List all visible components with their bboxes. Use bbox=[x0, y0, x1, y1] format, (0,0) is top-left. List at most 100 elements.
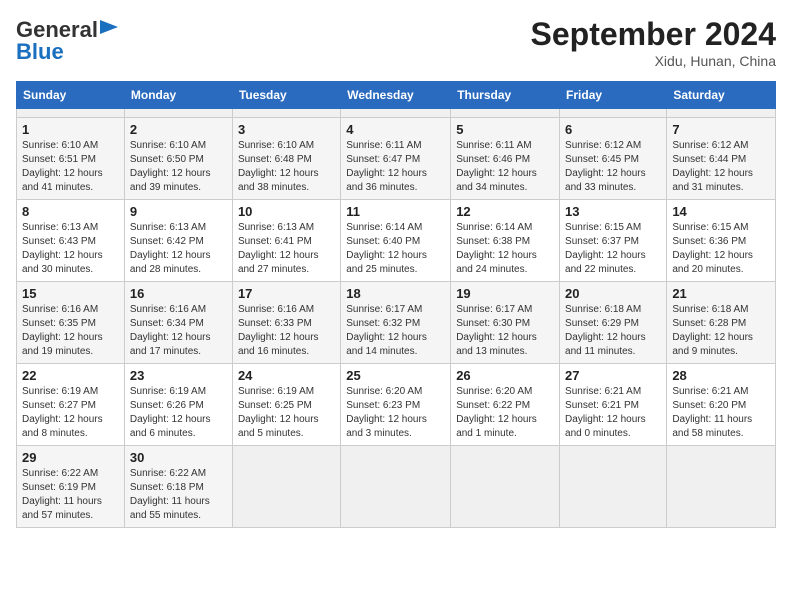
day-detail: Sunrise: 6:13 AMSunset: 6:42 PMDaylight:… bbox=[130, 221, 227, 277]
calendar-cell bbox=[17, 109, 125, 118]
calendar-cell bbox=[451, 446, 560, 528]
day-detail: Sunrise: 6:14 AMSunset: 6:40 PMDaylight:… bbox=[346, 221, 445, 277]
month-title: September 2024 bbox=[531, 16, 776, 53]
day-detail: Sunrise: 6:19 AMSunset: 6:26 PMDaylight:… bbox=[130, 385, 227, 441]
day-number: 26 bbox=[456, 368, 554, 383]
calendar-cell: 27 Sunrise: 6:21 AMSunset: 6:21 PMDayligh… bbox=[560, 364, 667, 446]
calendar-header-row: Sunday Monday Tuesday Wednesday Thursday… bbox=[17, 82, 776, 109]
day-number: 18 bbox=[346, 286, 445, 301]
calendar-cell: 11 Sunrise: 6:14 AMSunset: 6:40 PMDayligh… bbox=[341, 200, 451, 282]
calendar-cell: 20Sunrise: 6:18 AMSunset: 6:29 PMDayligh… bbox=[560, 282, 667, 364]
calendar-week-row: 29Sunrise: 6:22 AMSunset: 6:19 PMDayligh… bbox=[17, 446, 776, 528]
col-tuesday: Tuesday bbox=[232, 82, 340, 109]
day-number: 4 bbox=[346, 122, 445, 137]
day-detail: Sunrise: 6:16 AMSunset: 6:35 PMDaylight:… bbox=[22, 303, 119, 359]
day-detail: Sunrise: 6:12 AMSunset: 6:45 PMDaylight:… bbox=[565, 139, 661, 195]
calendar-cell: 22Sunrise: 6:19 AMSunset: 6:27 PMDayligh… bbox=[17, 364, 125, 446]
calendar-cell bbox=[560, 446, 667, 528]
calendar-cell: 1Sunrise: 6:10 AMSunset: 6:51 PMDaylight… bbox=[17, 118, 125, 200]
logo-icon bbox=[100, 16, 122, 38]
calendar-cell: 19 Sunrise: 6:17 AMSunset: 6:30 PMDayligh… bbox=[451, 282, 560, 364]
day-detail: Sunrise: 6:20 AMSunset: 6:23 PMDaylight:… bbox=[346, 385, 445, 441]
day-number: 14 bbox=[672, 204, 770, 219]
calendar-cell bbox=[232, 446, 340, 528]
day-number: 8 bbox=[22, 204, 119, 219]
location-subtitle: Xidu, Hunan, China bbox=[531, 53, 776, 69]
logo-blue-text: Blue bbox=[16, 39, 64, 64]
day-number: 29 bbox=[22, 450, 119, 465]
col-saturday: Saturday bbox=[667, 82, 776, 109]
calendar-cell: 21 Sunrise: 6:18 AMSunset: 6:28 PMDayligh… bbox=[667, 282, 776, 364]
calendar-cell bbox=[667, 446, 776, 528]
calendar-cell: 26Sunrise: 6:20 AMSunset: 6:22 PMDayligh… bbox=[451, 364, 560, 446]
day-detail: Sunrise: 6:16 AMSunset: 6:34 PMDaylight:… bbox=[130, 303, 227, 359]
day-detail: Sunrise: 6:19 AMSunset: 6:27 PMDaylight:… bbox=[22, 385, 119, 441]
day-detail: Sunrise: 6:10 AMSunset: 6:50 PMDaylight:… bbox=[130, 139, 227, 195]
calendar-cell: 17Sunrise: 6:16 AMSunset: 6:33 PMDayligh… bbox=[232, 282, 340, 364]
day-number: 24 bbox=[238, 368, 335, 383]
calendar-cell: 30 Sunrise: 6:22 AMSunset: 6:18 PMDayligh… bbox=[124, 446, 232, 528]
day-number: 27 bbox=[565, 368, 661, 383]
day-detail: Sunrise: 6:15 AMSunset: 6:37 PMDaylight:… bbox=[565, 221, 661, 277]
day-number: 11 bbox=[346, 204, 445, 219]
col-wednesday: Wednesday bbox=[341, 82, 451, 109]
day-number: 10 bbox=[238, 204, 335, 219]
day-detail: Sunrise: 6:11 AMSunset: 6:46 PMDaylight:… bbox=[456, 139, 554, 195]
day-number: 6 bbox=[565, 122, 661, 137]
calendar-cell: 4 Sunrise: 6:11 AMSunset: 6:47 PMDaylight… bbox=[341, 118, 451, 200]
logo: General Blue bbox=[16, 16, 122, 65]
day-detail: Sunrise: 6:13 AMSunset: 6:43 PMDaylight:… bbox=[22, 221, 119, 277]
calendar-week-row: 8 Sunrise: 6:13 AMSunset: 6:43 PMDaylight… bbox=[17, 200, 776, 282]
day-number: 5 bbox=[456, 122, 554, 137]
calendar-week-row bbox=[17, 109, 776, 118]
day-detail: Sunrise: 6:16 AMSunset: 6:33 PMDaylight:… bbox=[238, 303, 335, 359]
calendar-cell bbox=[560, 109, 667, 118]
day-detail: Sunrise: 6:21 AMSunset: 6:21 PMDaylight:… bbox=[565, 385, 661, 441]
day-number: 3 bbox=[238, 122, 335, 137]
calendar-cell: 6 Sunrise: 6:12 AMSunset: 6:45 PMDaylight… bbox=[560, 118, 667, 200]
calendar-cell: 10Sunrise: 6:13 AMSunset: 6:41 PMDayligh… bbox=[232, 200, 340, 282]
calendar-cell: 12 Sunrise: 6:14 AMSunset: 6:38 PMDayligh… bbox=[451, 200, 560, 282]
calendar-week-row: 1Sunrise: 6:10 AMSunset: 6:51 PMDaylight… bbox=[17, 118, 776, 200]
day-detail: Sunrise: 6:10 AMSunset: 6:51 PMDaylight:… bbox=[22, 139, 119, 195]
calendar-cell: 25 Sunrise: 6:20 AMSunset: 6:23 PMDayligh… bbox=[341, 364, 451, 446]
calendar-cell: 16 Sunrise: 6:16 AMSunset: 6:34 PMDayligh… bbox=[124, 282, 232, 364]
day-number: 16 bbox=[130, 286, 227, 301]
calendar-cell bbox=[451, 109, 560, 118]
calendar-week-row: 22Sunrise: 6:19 AMSunset: 6:27 PMDayligh… bbox=[17, 364, 776, 446]
calendar-cell: 29Sunrise: 6:22 AMSunset: 6:19 PMDayligh… bbox=[17, 446, 125, 528]
calendar-cell: 8 Sunrise: 6:13 AMSunset: 6:43 PMDaylight… bbox=[17, 200, 125, 282]
calendar-cell: 28Sunrise: 6:21 AMSunset: 6:20 PMDayligh… bbox=[667, 364, 776, 446]
day-number: 23 bbox=[130, 368, 227, 383]
day-detail: Sunrise: 6:17 AMSunset: 6:30 PMDaylight:… bbox=[456, 303, 554, 359]
day-number: 25 bbox=[346, 368, 445, 383]
day-detail: Sunrise: 6:15 AMSunset: 6:36 PMDaylight:… bbox=[672, 221, 770, 277]
day-number: 15 bbox=[22, 286, 119, 301]
calendar-cell bbox=[341, 446, 451, 528]
col-friday: Friday bbox=[560, 82, 667, 109]
calendar-cell: 2Sunrise: 6:10 AMSunset: 6:50 PMDaylight… bbox=[124, 118, 232, 200]
col-sunday: Sunday bbox=[17, 82, 125, 109]
calendar-cell: 14 Sunrise: 6:15 AMSunset: 6:36 PMDayligh… bbox=[667, 200, 776, 282]
calendar-cell: 7Sunrise: 6:12 AMSunset: 6:44 PMDaylight… bbox=[667, 118, 776, 200]
day-number: 21 bbox=[672, 286, 770, 301]
day-number: 19 bbox=[456, 286, 554, 301]
day-detail: Sunrise: 6:14 AMSunset: 6:38 PMDaylight:… bbox=[456, 221, 554, 277]
title-block: September 2024 Xidu, Hunan, China bbox=[531, 16, 776, 69]
calendar-cell: 13Sunrise: 6:15 AMSunset: 6:37 PMDayligh… bbox=[560, 200, 667, 282]
day-number: 30 bbox=[130, 450, 227, 465]
calendar-cell: 3Sunrise: 6:10 AMSunset: 6:48 PMDaylight… bbox=[232, 118, 340, 200]
calendar-cell bbox=[124, 109, 232, 118]
day-detail: Sunrise: 6:22 AMSunset: 6:18 PMDaylight:… bbox=[130, 467, 227, 523]
day-detail: Sunrise: 6:18 AMSunset: 6:28 PMDaylight:… bbox=[672, 303, 770, 359]
day-detail: Sunrise: 6:11 AMSunset: 6:47 PMDaylight:… bbox=[346, 139, 445, 195]
day-number: 7 bbox=[672, 122, 770, 137]
calendar-cell bbox=[232, 109, 340, 118]
calendar-week-row: 15 Sunrise: 6:16 AMSunset: 6:35 PMDayligh… bbox=[17, 282, 776, 364]
col-monday: Monday bbox=[124, 82, 232, 109]
day-detail: Sunrise: 6:21 AMSunset: 6:20 PMDaylight:… bbox=[672, 385, 770, 441]
day-number: 12 bbox=[456, 204, 554, 219]
calendar-cell: 5 Sunrise: 6:11 AMSunset: 6:46 PMDaylight… bbox=[451, 118, 560, 200]
page-header: General Blue September 2024 Xidu, Hunan,… bbox=[16, 16, 776, 69]
calendar-cell: 23 Sunrise: 6:19 AMSunset: 6:26 PMDayligh… bbox=[124, 364, 232, 446]
